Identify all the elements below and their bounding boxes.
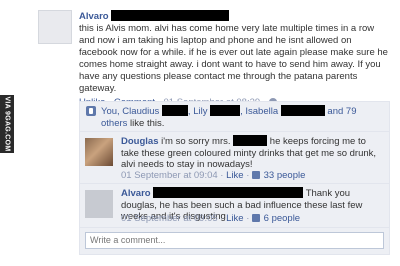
comment-like-count[interactable]: 33 people [264,170,306,181]
likes-tail: like this. [130,118,165,129]
separator: · [220,213,224,224]
separator: · [246,213,250,224]
likes-others[interactable]: others [101,118,127,129]
post-header: Alvaro [79,10,389,22]
comment-body: Douglas i'm so sorry mrs. he keeps forci… [121,135,385,171]
feedback-panel: You, Claudius , Lily , Isabella and 79 o… [79,101,390,255]
like-thumb-icon [86,106,96,116]
comment-timestamp[interactable]: 01 September at 09:04 [121,170,218,181]
commenter-avatar[interactable] [85,190,113,218]
redaction-bar [111,10,230,21]
commenter-name[interactable]: Alvaro [121,188,151,199]
redaction-bar [233,135,268,146]
redaction-bar [153,187,304,198]
separator: · [220,170,224,181]
likes-lily[interactable]: , Lily [188,106,208,117]
watermark-text: VIA 9GAG.COM [3,96,11,152]
redaction-bar [210,105,241,116]
comment-item: Alvaro Thank you douglas, he has been su… [80,184,389,228]
write-comment-input[interactable]: Write a comment... [85,232,384,249]
comment-meta: 01 September at 09:04 · Like · 33 people [121,170,305,181]
likes-and-count[interactable]: and 79 [327,106,356,117]
comment-composer: Write a comment... [80,228,389,254]
likes-isabella[interactable]: , Isabella [240,106,278,117]
likes-you-claudius[interactable]: You, Claudius [101,106,159,117]
comment-like-link[interactable]: Like [226,170,243,181]
redaction-bar [161,105,188,116]
comment-item: Douglas i'm so sorry mrs. he keeps forci… [80,132,389,184]
comment-like-count[interactable]: 6 people [264,213,300,224]
separator: · [246,170,250,181]
author-avatar[interactable] [38,10,72,44]
comment-meta: 01 September at 09:05 · Like · 6 people [121,213,300,224]
comment-text-start: i'm so sorry mrs. [161,136,231,147]
comment-timestamp[interactable]: 01 September at 09:05 [121,213,218,224]
watermark: VIA 9GAG.COM [0,95,14,153]
post-body: this is Alvis mom. alvi has come home ve… [79,23,388,94]
post-author-name[interactable]: Alvaro [79,11,109,22]
redaction-bar [280,105,325,116]
like-thumb-icon [252,171,260,179]
comment-like-link[interactable]: Like [226,213,243,224]
like-thumb-icon [252,214,260,222]
commenter-name[interactable]: Douglas [121,136,158,147]
likes-sentence: You, Claudius , Lily , Isabella and 79 o… [80,102,389,132]
commenter-avatar[interactable] [85,138,113,166]
